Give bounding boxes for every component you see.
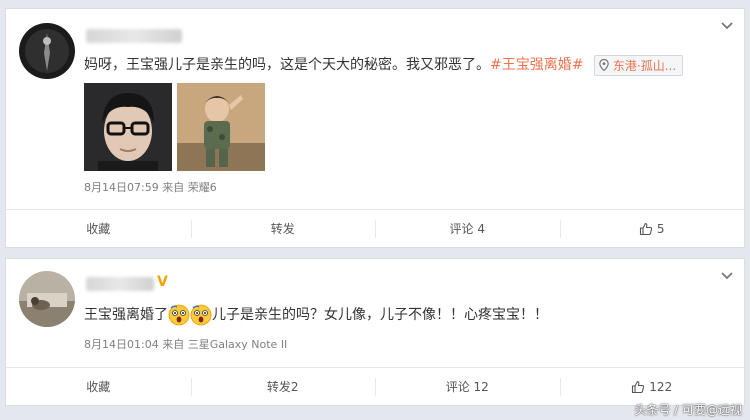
post-timestamp[interactable]: 8月14日01:04 (84, 338, 159, 351)
favorite-button[interactable]: 收藏 (6, 210, 191, 247)
username-blurred[interactable] (86, 277, 154, 291)
post-source-device: 三星Galaxy Note II (187, 338, 288, 351)
like-button[interactable]: 5 (559, 210, 745, 247)
hashtag-link[interactable]: #王宝强离婚# (490, 57, 583, 73)
post-body: 妈呀，王宝强儿子是亲生的吗，这是个天大的秘密。我又邪恶了。 (84, 57, 490, 73)
verified-badge-icon: V (157, 274, 168, 290)
avatar[interactable] (19, 271, 75, 327)
post-body: 王宝强离婚了 (84, 307, 168, 323)
like-count: 5 (656, 221, 665, 236)
location-tag[interactable]: 东港·孤山... (593, 54, 684, 76)
username-blurred[interactable] (86, 29, 182, 43)
shocked-emoji-icon (168, 304, 190, 326)
location-pin-icon (599, 59, 609, 71)
watermark: 头条号 / 可要@远视 (634, 403, 742, 417)
thumbs-up-icon (632, 380, 645, 393)
chevron-down-icon[interactable] (720, 19, 734, 33)
post-meta: 8月14日01:04 来自 三星Galaxy Note II (84, 338, 288, 351)
post-timestamp[interactable]: 8月14日07:59 (84, 181, 159, 194)
location-label: 东港·孤山... (612, 58, 677, 73)
weibo-post-card: 妈呀，王宝强儿子是亲生的吗，这是个天大的秘密。我又邪恶了。#王宝强离婚# 东港·… (5, 8, 745, 248)
favorite-button[interactable]: 收藏 (6, 368, 191, 405)
photo-thumbnail[interactable] (84, 83, 172, 171)
action-bar: 收藏 转发2 评论 12 122 (6, 367, 744, 405)
repost-button[interactable]: 转发2 (190, 368, 376, 405)
post-text: 王宝强离婚了 儿子是亲生的吗？女儿像，儿子不像！！心疼宝宝！！ (84, 304, 548, 326)
chevron-down-icon[interactable] (720, 269, 734, 283)
comment-button[interactable]: 评论 4 (375, 210, 560, 247)
post-text: 妈呀，王宝强儿子是亲生的吗，这是个天大的秘密。我又邪恶了。#王宝强离婚# 东港·… (84, 54, 684, 76)
avatar[interactable] (19, 23, 75, 79)
like-count: 122 (649, 379, 673, 394)
repost-button[interactable]: 转发 (190, 210, 376, 247)
post-source-device: 荣耀6 (187, 181, 217, 194)
thumbs-up-icon (639, 222, 653, 235)
shocked-emoji-icon (190, 304, 212, 326)
photo-thumbnail[interactable] (177, 83, 265, 171)
comment-button[interactable]: 评论 12 (375, 368, 560, 405)
post-meta: 8月14日07:59 来自 荣耀6 (84, 181, 217, 194)
like-button[interactable]: 122 (559, 368, 745, 405)
weibo-post-card: V 王宝强离婚了 儿子是亲生的吗？女儿像，儿子不像！！心疼宝宝！！ 8月14日0… (5, 258, 745, 406)
action-bar: 收藏 转发 评论 4 5 (6, 209, 744, 247)
